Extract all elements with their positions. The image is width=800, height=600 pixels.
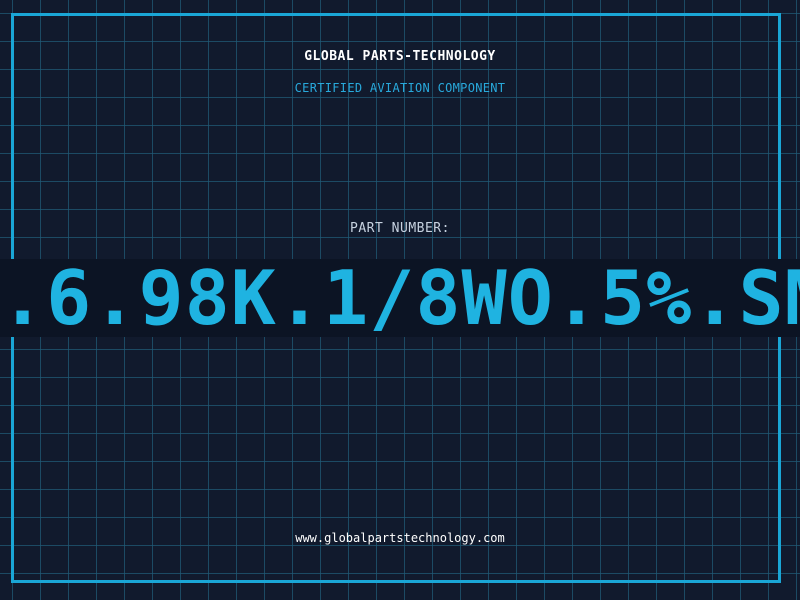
part-number-band: .6.98K.1/8WO.5%.SM [0,259,800,337]
part-number-label: PART NUMBER: [350,221,450,236]
website-url: www.globalpartstechnology.com [295,531,505,545]
company-name: GLOBAL PARTS-TECHNOLOGY [304,49,496,64]
part-number-value: .6.98K.1/8WO.5%.SM [0,259,800,337]
certificate-page: GLOBAL PARTS-TECHNOLOGY CERTIFIED AVIATI… [0,0,800,600]
certification-subtitle: CERTIFIED AVIATION COMPONENT [294,81,506,95]
